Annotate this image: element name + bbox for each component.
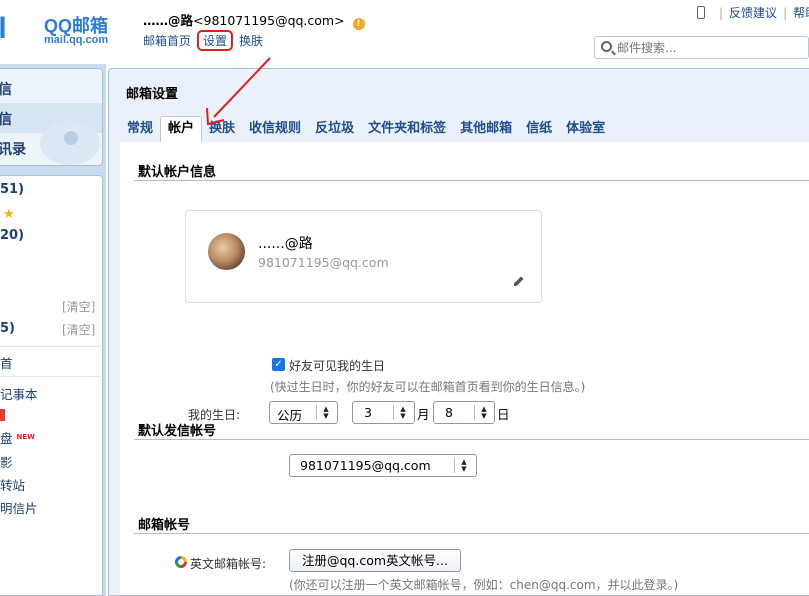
settings-content: 默认帐户信息 ......@路 981071195@qq.com 我的生日: 公…: [120, 142, 809, 595]
tab-account[interactable]: 帐户: [160, 116, 203, 142]
sidebar-compose[interactable]: 信: [0, 79, 12, 99]
user-nickname: ……@路: [143, 13, 194, 28]
decorative-dot: [64, 131, 78, 145]
top-header: il QQ邮箱 mail.qq.com ……@路<981071195@qq.co…: [0, 0, 809, 64]
separator: |: [783, 6, 788, 20]
section-divider: [134, 533, 809, 534]
right-links: | 反馈建议 | 帮助: [697, 4, 809, 21]
logo-mark: il: [0, 12, 7, 45]
select-value: 8: [445, 405, 453, 420]
tab-other-mailboxes[interactable]: 其他邮箱: [453, 117, 519, 143]
tab-folders-labels[interactable]: 文件夹和标签: [361, 117, 453, 143]
warning-icon[interactable]: !: [352, 18, 365, 30]
user-identity: ……@路<981071195@qq.com>!: [143, 10, 365, 30]
account-card: ......@路 981071195@qq.com: [185, 210, 542, 303]
sidebar-quick-actions: 信 信 讯录: [0, 68, 103, 166]
sidebar-item-inbox-count[interactable]: 51): [0, 182, 100, 197]
sidebar-inbox[interactable]: 信: [0, 109, 12, 129]
clear-link[interactable]: [清空]: [62, 321, 95, 338]
birth-month-select[interactable]: 3 ▲ ▼: [352, 401, 415, 424]
select-separator: [393, 405, 394, 420]
month-unit: 月: [417, 407, 430, 422]
english-account-icon: [175, 556, 187, 568]
section-mail-account: 邮箱帐号: [138, 518, 191, 533]
mail-search-box[interactable]: [594, 36, 809, 59]
birthday-hint: (快过生日时，你的好友可以在邮箱首页看到你的生日信息。): [270, 380, 586, 394]
sidebar-folder-list: 51) ★ 20) [清空] 5) [清空] 首 记事本 盘 NEW 影 转站 明信…: [0, 175, 103, 596]
feedback-link[interactable]: 反馈建议: [729, 6, 777, 20]
section-divider: [134, 180, 809, 181]
divider: [0, 346, 100, 347]
tab-general[interactable]: 常规: [120, 117, 160, 143]
page-title: 邮箱设置: [126, 87, 179, 102]
settings-tabs: 常规 帐户 换肤 收信规则 反垃圾 文件夹和标签 其他邮箱 信纸 体验室: [120, 116, 612, 142]
edit-pencil-icon[interactable]: [513, 275, 525, 287]
spinner-arrows-icon: ▲ ▼: [461, 458, 467, 473]
search-icon[interactable]: [601, 41, 612, 52]
tab-labs[interactable]: 体验室: [559, 117, 612, 143]
logo-domain: mail.qq.com: [44, 34, 109, 46]
folder-count: 51): [0, 182, 25, 197]
spinner-arrows-icon: ▲ ▼: [323, 405, 329, 420]
select-separator: [474, 405, 475, 420]
tab-skin[interactable]: 换肤: [202, 117, 242, 143]
settings-panel: 邮箱设置 常规 帐户 换肤 收信规则 反垃圾 文件夹和标签 其他邮箱 信纸 体验室 默认帐户信息…: [108, 68, 809, 596]
qq-mail-logo[interactable]: il QQ邮箱 mail.qq.com: [0, 6, 130, 50]
top-links: 邮箱首页 设置 换肤: [143, 30, 275, 51]
account-email: 981071195@qq.com: [258, 255, 389, 270]
english-account-label: 英文邮箱帐号:: [190, 557, 267, 571]
select-value: 公历: [277, 408, 303, 423]
separator: |: [719, 6, 724, 20]
tab-antispam[interactable]: 反垃圾: [308, 117, 361, 143]
tab-stationery[interactable]: 信纸: [519, 117, 559, 143]
clear-link[interactable]: [清空]: [62, 298, 95, 315]
skin-link[interactable]: 换肤: [239, 34, 263, 48]
section-default-send: 默认发信帐号: [138, 424, 217, 439]
select-value: 3: [364, 405, 372, 420]
select-separator: [454, 458, 455, 473]
birth-day-select[interactable]: 8 ▲ ▼: [433, 401, 495, 424]
new-badge: NEW: [16, 433, 35, 441]
sidebar-contacts[interactable]: 讯录: [0, 139, 26, 159]
default-send-account-select[interactable]: 981071195@qq.com ▲ ▼: [289, 454, 477, 477]
settings-link[interactable]: 设置: [197, 30, 234, 51]
sidebar-item-album[interactable]: 影: [0, 452, 100, 471]
folder-count: 5): [0, 321, 15, 336]
spinner-arrows-icon: ▲ ▼: [400, 405, 406, 420]
sidebar-item-calendar[interactable]: [0, 407, 100, 422]
help-link[interactable]: 帮助: [793, 6, 809, 20]
folder-count: 20): [0, 228, 25, 243]
spinner-arrows-icon: ▲ ▼: [481, 405, 487, 420]
sidebar-item-notepad[interactable]: 记事本: [0, 384, 100, 403]
account-nickname: ......@路: [258, 236, 313, 252]
calendar-icon: [0, 409, 5, 421]
sidebar-item-postcard[interactable]: 明信片: [0, 498, 100, 517]
sidebar-item-transfer[interactable]: 转站: [0, 475, 100, 494]
select-separator: [316, 405, 317, 420]
sidebar-item-label: 盘: [0, 431, 13, 446]
sidebar-item-netdisk[interactable]: 盘 NEW: [0, 428, 100, 447]
mail-search-input[interactable]: [617, 39, 802, 56]
birthday-visible-checkbox[interactable]: ✓: [272, 358, 285, 371]
section-divider: [134, 439, 809, 440]
phone-icon[interactable]: [697, 6, 705, 19]
sidebar-item-drafts-count[interactable]: 20): [0, 228, 100, 243]
tab-rules[interactable]: 收信规则: [242, 117, 308, 143]
star-icon: ★: [3, 207, 15, 222]
day-unit: 日: [497, 407, 510, 422]
user-email: <981071195@qq.com>: [193, 13, 345, 28]
mailbox-home-link[interactable]: 邮箱首页: [143, 34, 191, 48]
calendar-type-select[interactable]: 公历 ▲ ▼: [269, 401, 338, 424]
select-value: 981071195@qq.com: [300, 458, 431, 473]
birthday-visible-label[interactable]: 好友可见我的生日: [289, 357, 385, 374]
section-default-account: 默认帐户信息: [138, 165, 217, 180]
register-hint: (你还可以注册一个英文邮箱帐号，例如：chen@qq.com，并以此登录。): [289, 578, 679, 592]
avatar[interactable]: [208, 233, 245, 270]
sidebar-item-home[interactable]: 首: [0, 353, 100, 372]
register-english-account-button[interactable]: 注册@qq.com英文帐号...: [289, 549, 461, 572]
sidebar-item-spam-count[interactable]: 5) [清空]: [0, 321, 100, 338]
divider: [0, 376, 100, 377]
sidebar-item-starred[interactable]: ★: [0, 206, 100, 222]
